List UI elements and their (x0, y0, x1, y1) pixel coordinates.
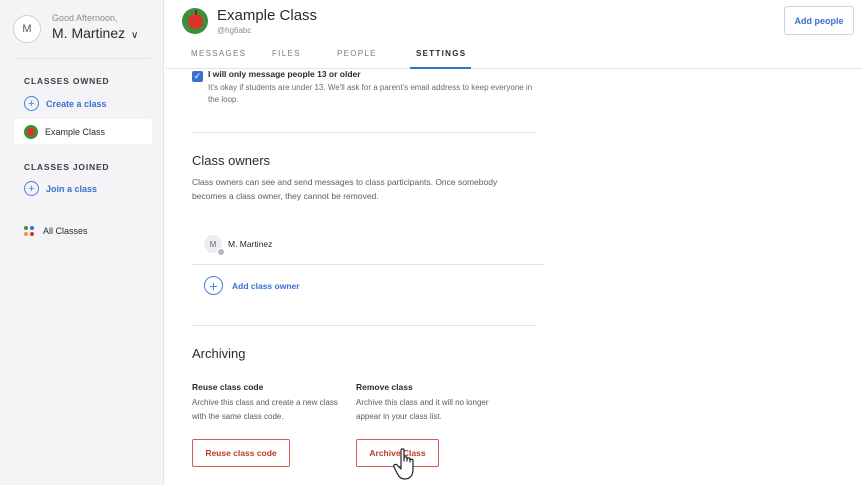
add-class-owner-button[interactable]: + Add class owner (204, 276, 300, 295)
sidebar-item-label: Example Class (45, 126, 106, 137)
remove-class-heading: Remove class (356, 382, 413, 392)
plus-circle-icon: + (24, 96, 39, 111)
join-class-label: Join a class (46, 183, 98, 194)
apple-icon (182, 8, 208, 34)
owner-badge-icon (217, 248, 225, 256)
owner-divider (192, 264, 544, 265)
age-checkbox[interactable]: ✓ (192, 71, 203, 82)
reuse-class-code-button[interactable]: Reuse class code (192, 439, 290, 467)
add-class-owner-label: Add class owner (232, 280, 300, 291)
plus-circle-icon: + (24, 181, 39, 196)
section-divider (192, 325, 536, 326)
user-name[interactable]: M. Martinez ∨ (52, 25, 138, 41)
section-divider (192, 132, 536, 133)
classes-owned-heading: CLASSES OWNED (24, 76, 110, 86)
sidebar-item-example-class[interactable]: Example Class (14, 119, 152, 144)
owner-initial: M (209, 239, 217, 249)
sidebar: M Good Afternoon, M. Martinez ∨ CLASSES … (0, 0, 164, 485)
classes-joined-heading: CLASSES JOINED (24, 162, 110, 172)
tab-bar: MESSAGES FILES PEOPLE SETTINGS (191, 46, 471, 69)
class-owners-heading: Class owners (192, 153, 271, 168)
create-class-link[interactable]: + Create a class (24, 96, 107, 111)
reuse-class-code-description: Archive this class and create a new clas… (192, 398, 338, 421)
class-header: Example Class @hg6abc MESSAGES FILES PEO… (165, 0, 862, 69)
chevron-down-icon: ∨ (131, 30, 139, 41)
join-class-link[interactable]: + Join a class (24, 181, 97, 196)
tab-files[interactable]: FILES (272, 46, 337, 69)
apple-icon (24, 124, 38, 139)
reuse-class-code-heading: Reuse class code (192, 382, 264, 392)
owner-row: M M. Martinez (204, 235, 273, 256)
avatar: M (13, 15, 41, 43)
tab-settings[interactable]: SETTINGS (410, 46, 471, 69)
tab-people[interactable]: PEOPLE (337, 46, 410, 69)
user-name-label: M. Martinez (52, 25, 126, 41)
sidebar-divider (14, 58, 150, 59)
add-people-button[interactable]: Add people (784, 6, 854, 35)
age-checkbox-label: I will only message people 13 or older (208, 69, 361, 79)
hand-cursor-icon (393, 448, 414, 480)
tab-messages[interactable]: MESSAGES (191, 46, 272, 69)
class-code: @hg6abc (217, 26, 252, 35)
plus-circle-icon: + (204, 276, 223, 295)
user-menu[interactable]: M Good Afternoon, M. Martinez ∨ (0, 0, 164, 58)
age-checkbox-description: It's okay if students are under 13. We'l… (208, 83, 533, 104)
create-class-label: Create a class (46, 98, 107, 109)
sidebar-item-all-classes[interactable]: All Classes (24, 226, 88, 236)
greeting-text: Good Afternoon, (52, 13, 118, 23)
archiving-heading: Archiving (192, 346, 246, 361)
remove-class-description: Archive this class and it will no longer… (356, 398, 489, 421)
grid-dots-icon (24, 226, 34, 236)
sidebar-item-label: All Classes (43, 226, 88, 236)
class-owners-description: Class owners can see and send messages t… (192, 177, 498, 201)
page-title: Example Class (217, 7, 318, 24)
owner-name: M. Martinez (228, 239, 273, 249)
avatar: M (204, 235, 225, 256)
